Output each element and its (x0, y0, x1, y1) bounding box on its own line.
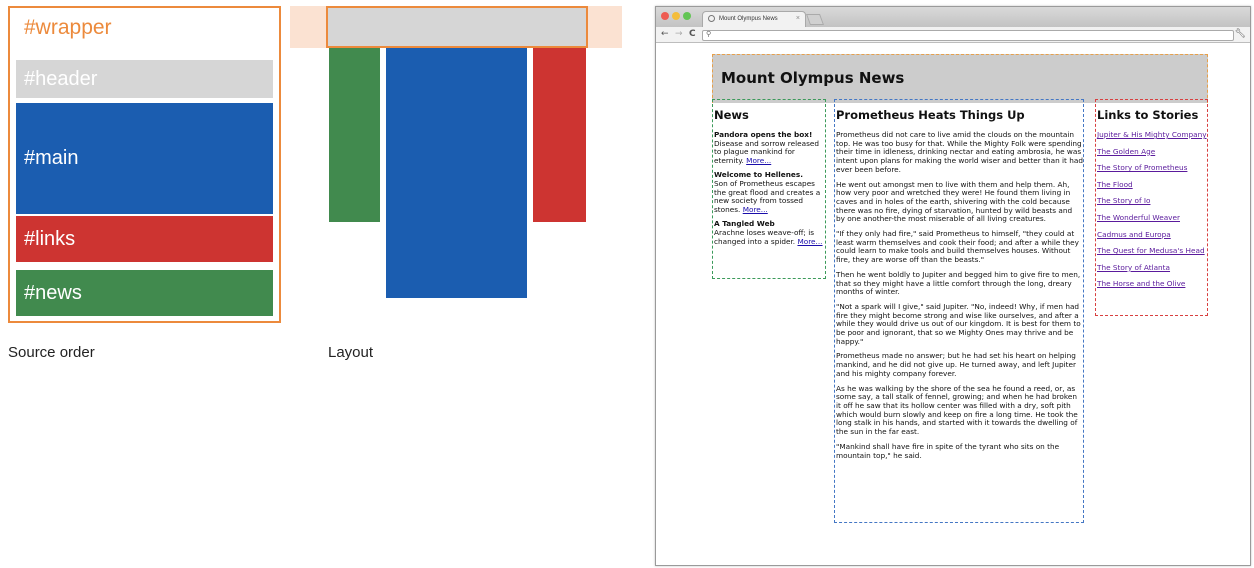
source-order-main-box: #main (16, 103, 273, 214)
story-link[interactable]: The Golden Age (1097, 147, 1207, 157)
main-paragraph: "Mankind shall have fire in spite of the… (836, 441, 1060, 460)
main-paragraph: "If they only had fire," said Prometheus… (836, 229, 1079, 265)
browser-tab[interactable]: Mount Olympus News × (702, 11, 806, 27)
main-paragraph: As he was walking by the shore of the se… (836, 383, 1078, 437)
layout-main-box (386, 48, 527, 298)
search-icon: ⚲ (706, 30, 712, 38)
news-item: A Tangled Web Arachne loses weave-off; i… (714, 220, 825, 246)
source-order-links-box: #links (16, 216, 273, 262)
close-window-button[interactable] (661, 12, 669, 20)
reload-button[interactable]: C (689, 29, 696, 40)
source-order-header-box: #header (16, 60, 273, 98)
news-more-link[interactable]: More... (797, 237, 822, 246)
story-link[interactable]: Jupiter & His Mighty Company (1097, 130, 1207, 140)
tab-title: Mount Olympus News (719, 16, 778, 22)
story-link[interactable]: The Story of Atlanta (1097, 263, 1207, 273)
wrapper-label: #wrapper (24, 16, 112, 39)
page-title: Mount Olympus News (721, 69, 905, 87)
links-column: Links to Stories Jupiter & His Mighty Co… (1095, 99, 1208, 316)
wrench-icon[interactable]: 🔧︎ (1235, 29, 1246, 39)
news-item: Welcome to Hellenes. Son of Prometheus e… (714, 171, 825, 214)
new-tab-button[interactable] (805, 14, 825, 25)
main-column: Prometheus Heats Things Up Prometheus di… (834, 99, 1084, 523)
news-column: News Pandora opens the box! Disease and … (712, 99, 826, 279)
news-more-link[interactable]: More... (746, 156, 771, 165)
story-link[interactable]: The Wonderful Weaver (1097, 213, 1207, 223)
story-link[interactable]: The Flood (1097, 180, 1207, 190)
page-viewport: Mount Olympus News News Pandora opens th… (656, 44, 1250, 565)
story-link[interactable]: The Quest for Medusa's Head (1097, 247, 1207, 256)
layout-header-box (326, 6, 588, 48)
globe-icon (708, 15, 715, 22)
close-tab-icon[interactable]: × (796, 15, 800, 22)
story-link[interactable]: The Story of Prometheus (1097, 164, 1207, 173)
page-header: Mount Olympus News (712, 54, 1208, 103)
main-paragraph: "Not a spark will I give," said Jupiter.… (836, 301, 1081, 346)
back-button[interactable]: ← (661, 29, 669, 40)
story-link[interactable]: The Horse and the Olive (1097, 280, 1207, 289)
address-bar[interactable]: ⚲ (702, 30, 1234, 41)
news-item: Pandora opens the box! Disease and sorro… (714, 130, 825, 165)
layout-links-box (533, 48, 586, 222)
main-paragraph: Then he went boldly to Jupiter and begge… (836, 269, 1081, 297)
story-link[interactable]: Cadmus and Europa (1097, 230, 1207, 240)
source-order-wrapper-box: #wrapper #header #main #links #news (8, 6, 281, 323)
tab-bar: Mount Olympus News × (656, 7, 1250, 27)
main-heading: Prometheus Heats Things Up (836, 108, 1025, 122)
minimize-window-button[interactable] (672, 12, 680, 20)
layout-news-box (329, 48, 380, 222)
links-heading: Links to Stories (1097, 108, 1199, 122)
news-more-link[interactable]: More... (743, 205, 768, 214)
source-order-caption: Source order (8, 344, 95, 361)
browser-window: Mount Olympus News × ← → C ⚲ 🔧︎ Mount Ol… (655, 6, 1251, 566)
main-paragraph: Prometheus made no answer; but he had se… (836, 351, 1076, 378)
forward-button[interactable]: → (675, 29, 683, 40)
main-paragraph: Prometheus did not care to live amid the… (836, 130, 1083, 174)
news-heading: News (714, 108, 749, 122)
source-order-news-box: #news (16, 270, 273, 316)
zoom-window-button[interactable] (683, 12, 691, 20)
story-link[interactable]: The Story of Io (1097, 197, 1207, 206)
main-paragraph: He went out amongst men to live with the… (836, 179, 1073, 224)
browser-toolbar: ← → C ⚲ 🔧︎ (656, 27, 1250, 43)
layout-caption: Layout (328, 344, 374, 361)
